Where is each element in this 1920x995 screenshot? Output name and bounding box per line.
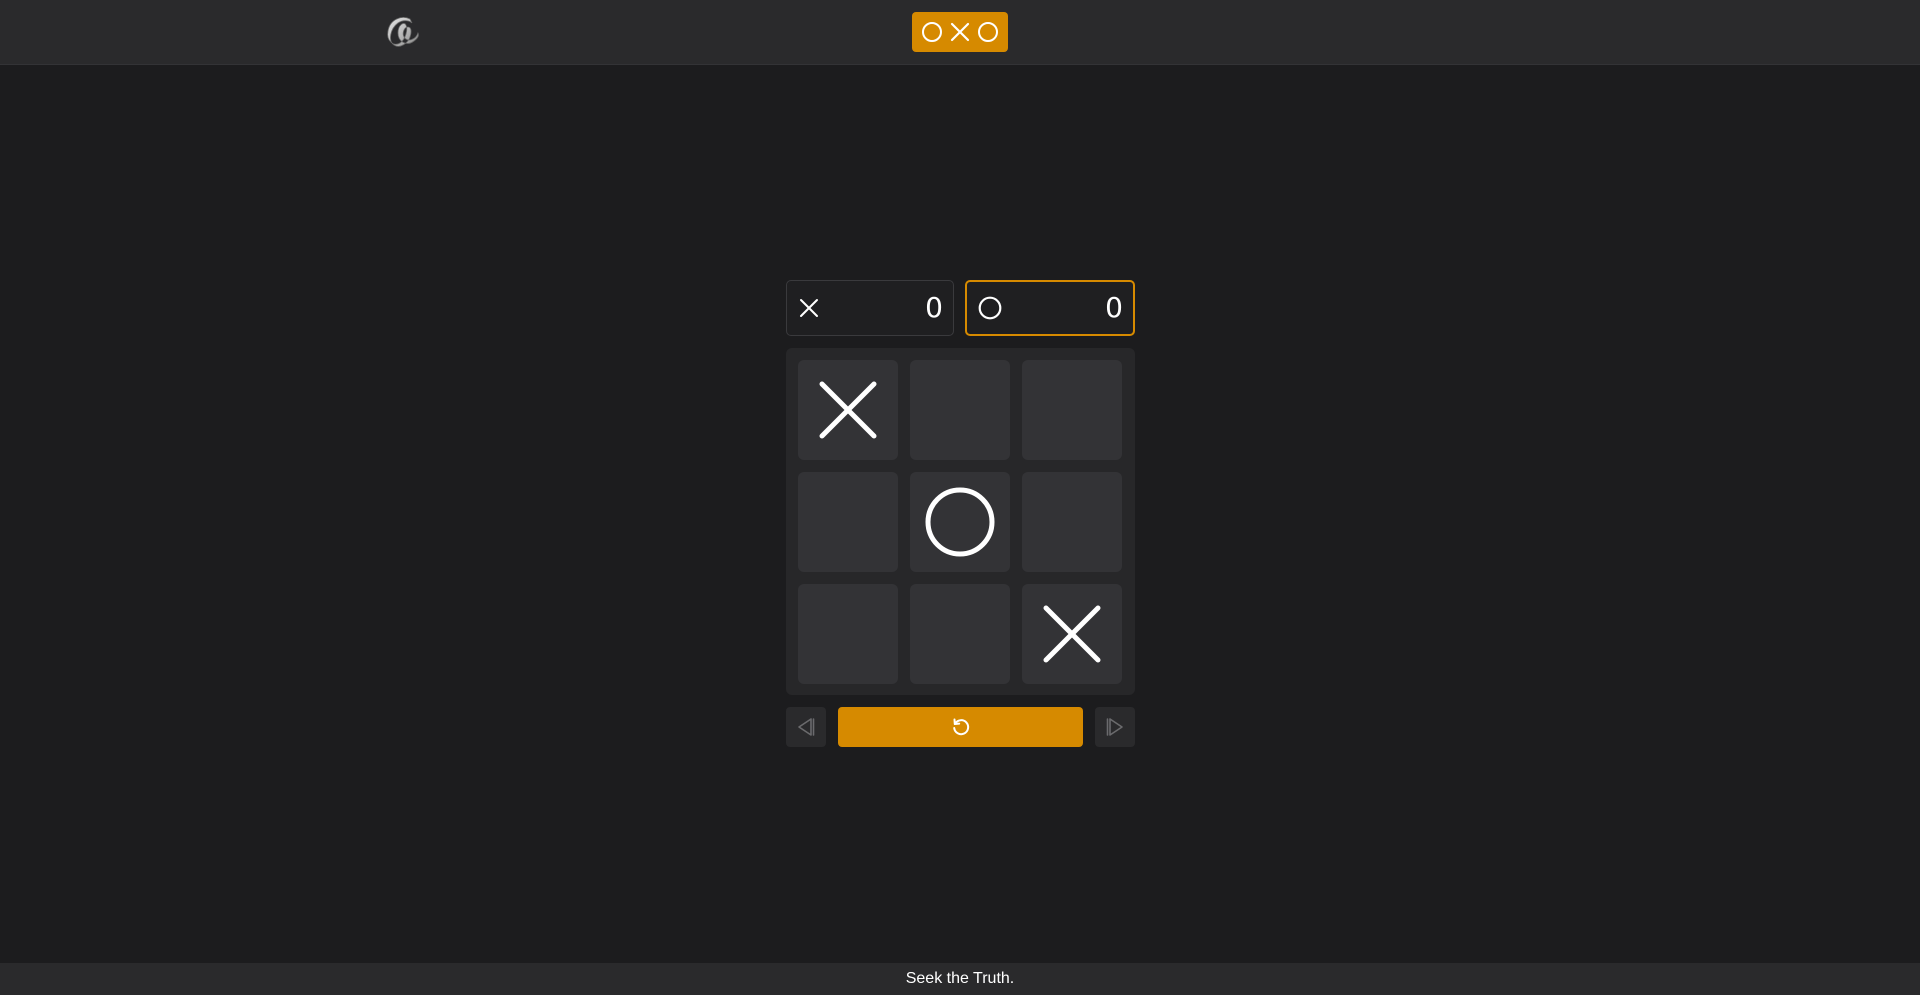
cross-mark-icon [1043,605,1101,663]
game-board [786,348,1135,695]
board-cell[interactable] [798,472,898,572]
restart-button[interactable] [838,707,1083,747]
score-value-x: 0 [925,291,943,324]
brand-logo[interactable] [912,12,1008,52]
game-controls [786,707,1135,747]
board-cell[interactable] [1022,360,1122,460]
circle-icon [978,296,1002,320]
footer-tagline: Seek the Truth. [905,970,1015,987]
board-cell[interactable] [798,584,898,684]
restart-icon [952,718,969,736]
ampersand-logo-icon[interactable] [380,11,424,51]
cross-mark-icon [819,381,877,439]
board-cell[interactable] [910,472,1010,572]
footer: Seek the Truth. [0,963,1920,995]
score-card-o: 0 [965,280,1135,336]
scoreboard: 0 0 [786,280,1135,336]
board-cell[interactable] [910,584,1010,684]
board-cell[interactable] [1022,472,1122,572]
board-cell[interactable] [1022,584,1122,684]
circle-icon [922,22,942,42]
step-forward-icon [1106,718,1123,736]
circle-icon [978,22,998,42]
score-value-o: 0 [1105,291,1123,324]
previous-move-button[interactable] [786,707,826,747]
cross-icon [800,299,818,317]
circle-mark-icon [925,487,995,557]
top-bar [0,0,1920,65]
cross-icon [950,22,970,42]
step-back-icon [798,718,815,736]
board-cell[interactable] [798,360,898,460]
score-card-x: 0 [786,280,954,336]
board-cell[interactable] [910,360,1010,460]
next-move-button[interactable] [1095,707,1135,747]
